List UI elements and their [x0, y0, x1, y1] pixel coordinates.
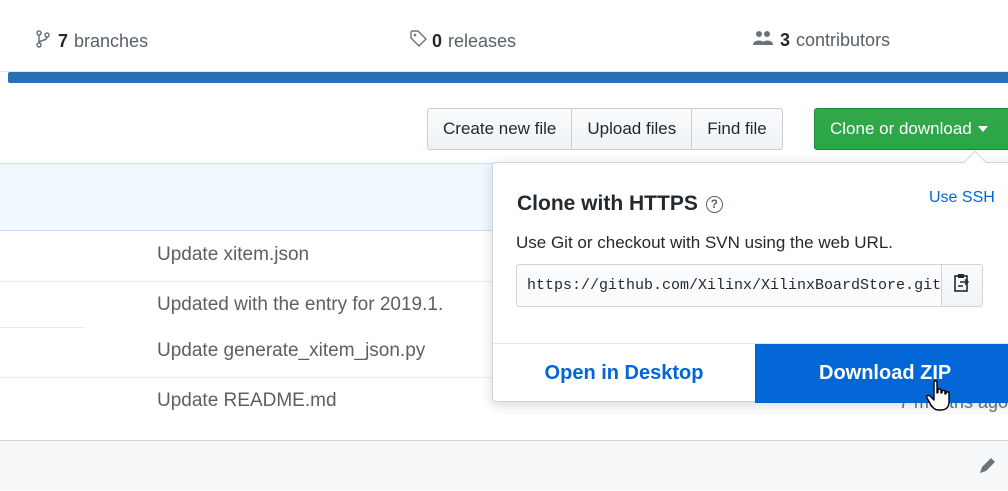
clone-dropdown: Clone with HTTPS ? Use SSH Use Git or ch…	[492, 150, 1008, 403]
find-file-button[interactable]: Find file	[691, 108, 783, 150]
contributors-count: 3	[780, 30, 791, 50]
commit-message[interactable]: Update generate_xitem_json.py	[157, 340, 425, 362]
repo-stats-bar: 7 branches 0 releases 3 contributors	[0, 0, 1008, 72]
pencil-icon[interactable]	[976, 455, 998, 477]
caret-down-icon	[977, 126, 988, 132]
clone-or-download-button[interactable]: Clone or download	[814, 108, 1008, 150]
help-icon[interactable]: ?	[705, 195, 723, 213]
upload-files-button[interactable]: Upload files	[571, 108, 693, 150]
create-new-file-button[interactable]: Create new file	[427, 108, 573, 150]
clone-title-text: Clone with HTTPS	[517, 192, 698, 215]
branches-count: 7	[58, 31, 69, 51]
open-in-desktop-button[interactable]: Open in Desktop	[493, 344, 755, 403]
use-ssh-link[interactable]: Use SSH	[929, 189, 995, 207]
hand-cursor-icon	[926, 380, 952, 412]
releases-count: 0	[432, 30, 443, 51]
releases-link[interactable]: 0 releases	[410, 30, 516, 52]
file-actions: Create new file Upload files Find file	[427, 108, 783, 150]
people-icon	[752, 30, 776, 51]
commit-message[interactable]: Update xitem.json	[157, 244, 309, 266]
clone-or-download-label: Clone or download	[830, 119, 972, 138]
contributors-link[interactable]: 3 contributors	[752, 30, 890, 51]
branches-link[interactable]: 7 branches	[36, 30, 148, 53]
commit-message[interactable]: Update README.md	[157, 390, 337, 412]
clipboard-icon	[954, 273, 970, 298]
branches-label: branches	[74, 31, 149, 51]
dropdown-caret	[963, 150, 987, 174]
language-bar[interactable]	[8, 72, 1008, 83]
clone-url-input[interactable]: https://github.com/Xilinx/XilinxBoardSto…	[516, 264, 942, 307]
readme-header	[0, 440, 1008, 490]
clone-title: Clone with HTTPS ?	[517, 192, 723, 216]
commit-message[interactable]: Updated with the entry for 2019.1.	[157, 294, 443, 316]
releases-label: releases	[448, 30, 517, 51]
contributors-label: contributors	[796, 30, 891, 50]
branch-icon	[36, 30, 54, 53]
clone-description: Use Git or checkout with SVN using the w…	[516, 233, 893, 252]
tag-icon	[410, 30, 428, 52]
copy-url-button[interactable]	[941, 264, 983, 307]
download-zip-button[interactable]: Download ZIP	[755, 344, 1008, 403]
